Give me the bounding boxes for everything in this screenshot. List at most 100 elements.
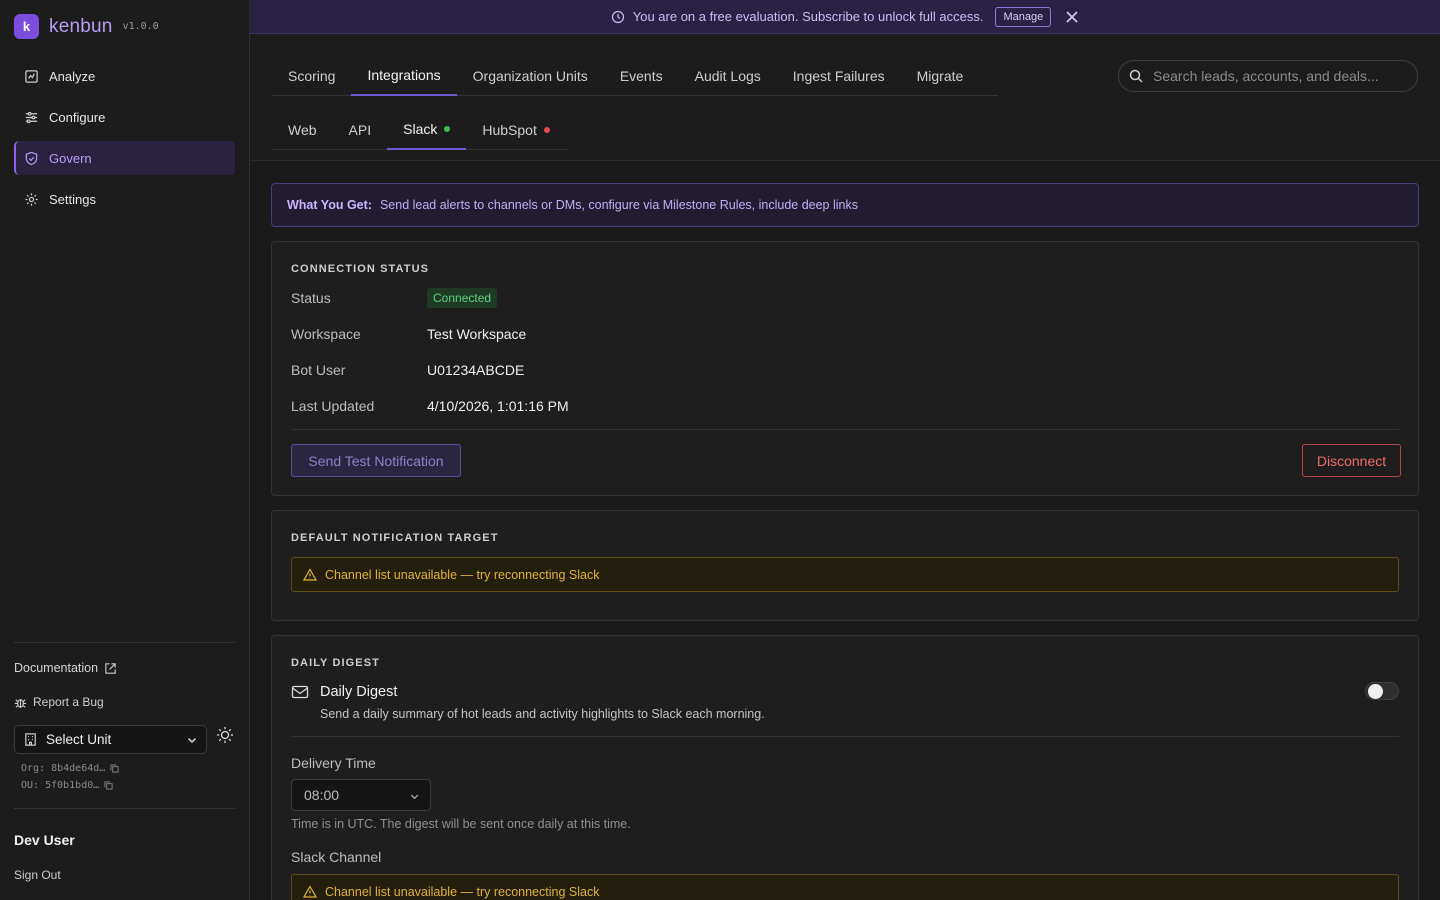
chart-square-icon [25, 69, 38, 83]
unit-select-value: Select Unit [46, 732, 112, 747]
channel-warning: Channel list unavailable — try reconnect… [291, 874, 1399, 900]
disconnect-button[interactable]: Disconnect [1302, 444, 1401, 477]
copy-icon[interactable] [110, 764, 119, 773]
daily-digest-toggle[interactable] [1365, 682, 1399, 700]
ou-id-text: OU: 5f0b1bd0… [21, 780, 100, 791]
integration-tabs: Web API Slack HubSpot [272, 110, 568, 150]
report-bug-link[interactable]: Report a Bug [14, 695, 104, 709]
main-content: What You Get: Send lead alerts to channe… [250, 162, 1440, 900]
info-callout: What You Get: Send lead alerts to channe… [271, 183, 1419, 227]
send-test-notification-button[interactable]: Send Test Notification [291, 444, 461, 477]
search-placeholder: Search leads, accounts, and deals... [1153, 68, 1379, 84]
sidebar-item-analyze[interactable]: Analyze [14, 59, 235, 93]
unit-select[interactable]: Select Unit [14, 725, 207, 754]
digest-name: Daily Digest [320, 684, 398, 700]
channel-warning: Channel list unavailable — try reconnect… [291, 557, 1399, 592]
search-input[interactable]: Search leads, accounts, and deals... [1118, 60, 1418, 92]
mail-icon [291, 685, 309, 699]
tab-organization-units[interactable]: Organization Units [457, 56, 604, 96]
last-updated-value: 4/10/2026, 1:01:16 PM [427, 398, 569, 414]
delivery-time-hint: Time is in UTC. The digest will be sent … [291, 817, 631, 831]
subtab-label: HubSpot [482, 122, 537, 138]
divider [291, 429, 1399, 430]
tab-events[interactable]: Events [604, 56, 679, 96]
subtab-label: Slack [403, 121, 438, 137]
building-icon [25, 733, 36, 746]
tab-ingest-failures[interactable]: Ingest Failures [777, 56, 901, 96]
divider [291, 736, 1399, 737]
tab-scoring[interactable]: Scoring [272, 56, 351, 96]
warning-text: Channel list unavailable — try reconnect… [325, 884, 600, 899]
user-name: Dev User [14, 832, 75, 848]
warning-icon [303, 567, 317, 581]
org-id-text: Org: 8b4de64d… [21, 763, 106, 774]
digest-description: Send a daily summary of hot leads and ac… [320, 707, 765, 721]
subtab-label: Web [288, 122, 317, 138]
evaluation-banner: You are on a free evaluation. Subscribe … [250, 0, 1440, 34]
sidebar-nav: Analyze Configure Govern Settings [14, 59, 235, 223]
sign-out-link[interactable]: Sign Out [14, 868, 61, 882]
sidebar-footer: Documentation Report a Bug Select Unit O… [14, 642, 235, 791]
workspace-value: Test Workspace [427, 326, 527, 342]
connection-status-card: CONNECTION STATUS Status Connected Works… [271, 241, 1419, 496]
sidebar-item-label: Configure [49, 109, 106, 125]
tab-migrate[interactable]: Migrate [901, 56, 980, 96]
manage-button[interactable]: Manage [995, 6, 1052, 27]
daily-digest-card: DAILY DIGEST Daily Digest Send a daily s… [271, 635, 1419, 900]
sidebar-item-label: Govern [49, 150, 92, 166]
card-title: DEFAULT NOTIFICATION TARGET [291, 532, 499, 544]
subtab-web[interactable]: Web [272, 110, 333, 150]
documentation-label: Documentation [14, 661, 99, 675]
card-title: CONNECTION STATUS [291, 263, 430, 275]
tab-integrations[interactable]: Integrations [351, 56, 457, 96]
tab-audit-logs[interactable]: Audit Logs [679, 56, 777, 96]
status-badge: Connected [427, 288, 498, 308]
search-icon [1129, 69, 1143, 83]
sidebar-item-configure[interactable]: Configure [14, 100, 235, 134]
app-logo[interactable]: k kenbun v1.0.0 [14, 14, 159, 39]
page-header: Scoring Integrations Organization Units … [250, 34, 1440, 161]
org-id: Org: 8b4de64d… [21, 763, 119, 774]
subtab-hubspot[interactable]: HubSpot [466, 110, 565, 150]
slack-channel-label: Slack Channel [291, 849, 382, 865]
app-version: v1.0.0 [122, 21, 159, 32]
shield-check-icon [25, 151, 38, 165]
warning-icon [303, 884, 317, 898]
sidebar-item-settings[interactable]: Settings [14, 182, 235, 216]
status-label: Status [291, 290, 331, 306]
workspace-label: Workspace [291, 326, 361, 342]
card-title: DAILY DIGEST [291, 657, 380, 669]
sidebar-item-govern[interactable]: Govern [14, 141, 235, 175]
chevron-down-icon [410, 794, 419, 800]
logo-icon: k [14, 14, 39, 39]
warning-text: Channel list unavailable — try reconnect… [325, 567, 600, 582]
theme-toggle-icon[interactable] [215, 725, 235, 745]
clock-icon [611, 10, 624, 23]
toggle-knob [1368, 684, 1383, 699]
sidebar-item-label: Settings [49, 191, 96, 207]
connected-status-dot [444, 126, 451, 132]
banner-message: You are on a free evaluation. Subscribe … [632, 9, 984, 24]
chevron-down-icon [187, 737, 197, 744]
subtab-slack[interactable]: Slack [387, 110, 467, 150]
info-title: What You Get: [287, 198, 372, 212]
default-target-card: DEFAULT NOTIFICATION TARGET Channel list… [271, 510, 1419, 621]
ou-id: OU: 5f0b1bd0… [21, 780, 113, 791]
copy-icon[interactable] [104, 781, 113, 790]
last-updated-label: Last Updated [291, 398, 375, 414]
subtab-api[interactable]: API [333, 110, 388, 150]
digest-header: Daily Digest [291, 684, 397, 700]
report-bug-label: Report a Bug [33, 695, 104, 709]
sidebar-item-label: Analyze [49, 68, 96, 84]
subtab-label: API [348, 122, 372, 138]
delivery-time-value: 08:00 [304, 787, 340, 803]
sliders-icon [25, 111, 38, 123]
delivery-time-label: Delivery Time [291, 755, 376, 771]
bot-user-label: Bot User [291, 362, 346, 378]
delivery-time-select[interactable]: 08:00 [291, 779, 431, 811]
documentation-link[interactable]: Documentation [14, 661, 117, 675]
close-icon[interactable] [1065, 10, 1079, 24]
gear-icon [25, 192, 38, 206]
disconnected-status-dot [543, 127, 550, 133]
primary-tabs: Scoring Integrations Organization Units … [272, 56, 998, 96]
